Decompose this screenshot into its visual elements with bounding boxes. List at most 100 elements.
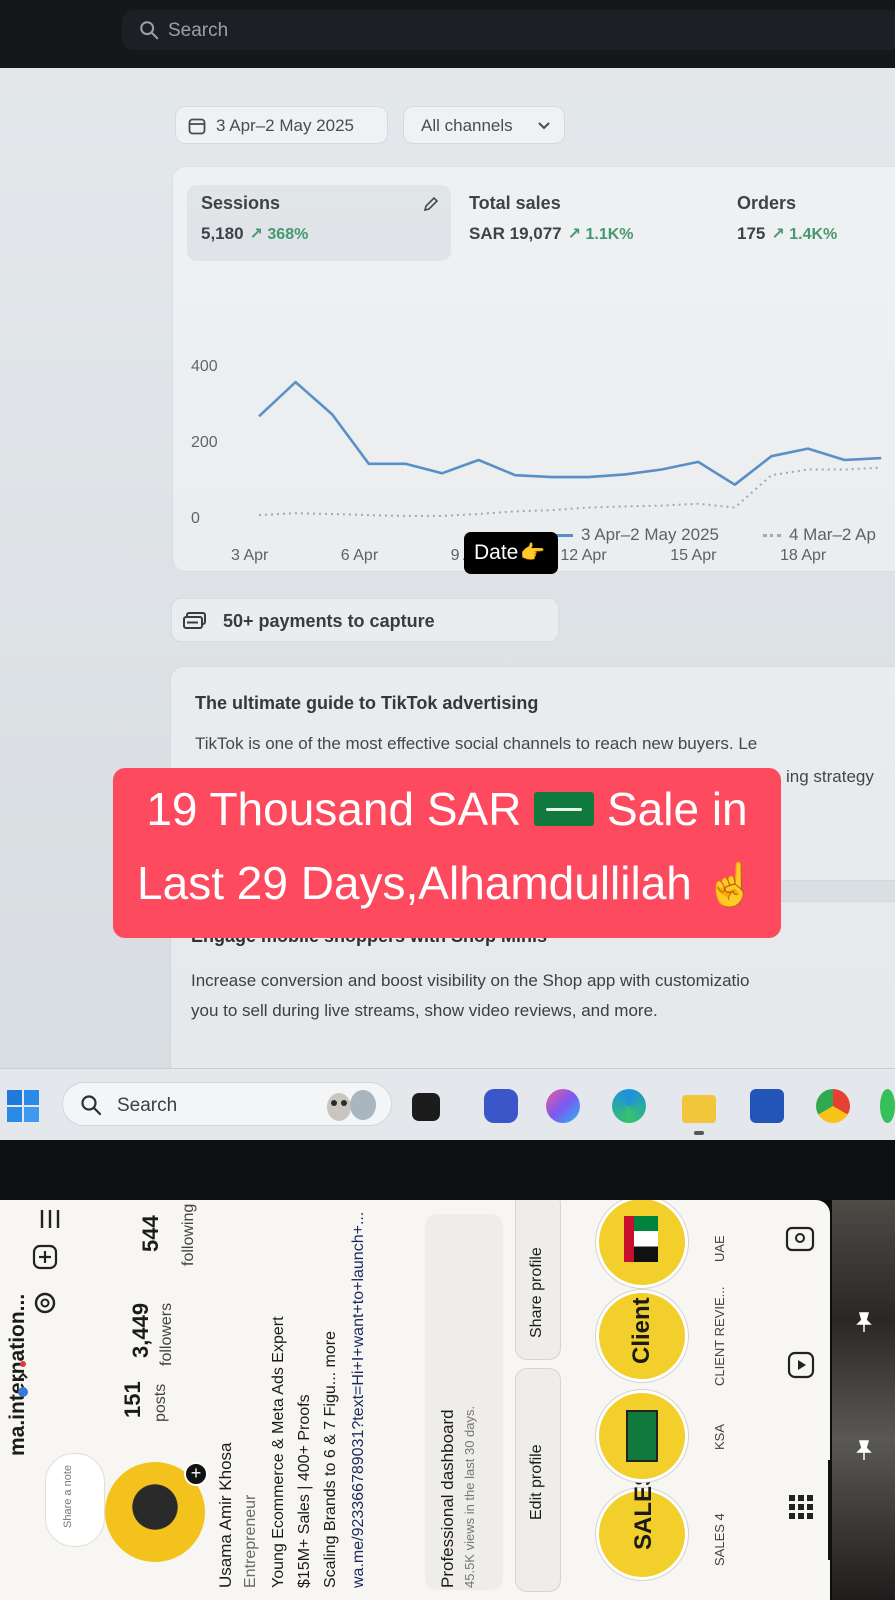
banner-line-2-text: Last 29 Days,Alhamdullilah	[137, 857, 692, 909]
profile-name: Usama Amir Khosa	[216, 1442, 235, 1589]
date-sticker-label: Date	[474, 541, 519, 564]
grid-tab-icon[interactable]	[786, 1492, 816, 1522]
windows-taskbar: Search	[0, 1068, 895, 1140]
y-tick-label: 0	[191, 510, 200, 527]
task-view-icon[interactable]	[412, 1093, 440, 1121]
cash-icon	[183, 612, 206, 629]
highlight-sales-art: SALES	[630, 1469, 657, 1550]
photo-thumbnails-strip	[832, 1200, 895, 1600]
active-tab-underline	[828, 1460, 831, 1560]
date-range-picker[interactable]: 3 Apr–2 May 2025	[175, 106, 388, 144]
taskbar-search-label: Search	[117, 1095, 178, 1116]
pin-icon	[856, 1440, 872, 1460]
bio-line: Young Ecommerce & Meta Ads Expert	[270, 1316, 287, 1588]
y-tick-label: 200	[191, 434, 218, 451]
browser-topbar: Search	[0, 0, 895, 68]
meet-icon[interactable]	[484, 1089, 518, 1123]
minis-body: Increase conversion and boost visibility…	[191, 966, 749, 1026]
verified-dot-icon	[18, 1361, 28, 1397]
highlight-label: SALES 4	[712, 1513, 727, 1566]
edit-profile-label: Edit profile	[528, 1444, 545, 1520]
series-line-current	[258, 380, 882, 487]
stat-following-label[interactable]: following	[180, 1204, 198, 1266]
guide-title: The ultimate guide to TikTok advertising	[195, 693, 539, 713]
channel-select-label: All channels	[421, 116, 513, 135]
monitor-bezel	[0, 1140, 895, 1200]
date-sticker: Date 👉	[464, 532, 558, 574]
sales-banner: 19 Thousand SAR Sale in Last 29 Days,Alh…	[113, 768, 781, 938]
calendar-icon	[188, 118, 206, 135]
x-tick-label: 3 Apr	[231, 547, 269, 564]
search-icon	[140, 21, 159, 40]
index-up-emoji: ☝️	[704, 861, 757, 908]
stat-posts-label: posts	[152, 1383, 169, 1422]
file-explorer-icon[interactable]	[682, 1095, 716, 1123]
payments-label: 50+ payments to capture	[223, 611, 435, 631]
bio-line[interactable]: Scaling Brands to 6 & 7 Figu... more	[322, 1331, 340, 1588]
chrome-icon[interactable]	[816, 1089, 850, 1123]
tagged-tab-icon[interactable]	[784, 1224, 816, 1256]
stat-following-value[interactable]: 544	[138, 1215, 164, 1252]
banner-line-1-b: Sale in	[606, 783, 748, 835]
taskbar-search[interactable]: Search	[62, 1082, 392, 1126]
minis-body-line: you to sell during live streams, show vi…	[191, 1001, 658, 1020]
legend-dotted-swatch	[763, 534, 781, 538]
profile-category: Entrepreneur	[242, 1494, 259, 1588]
highlight-label: KSA	[712, 1423, 727, 1450]
pointing-hand-emoji: 👉	[520, 542, 546, 564]
y-tick-label: 400	[191, 358, 218, 375]
banner-line-1-a: 19 Thousand SAR	[146, 783, 522, 835]
stat-followers-value[interactable]: 3,449	[128, 1303, 154, 1358]
owl-widget-icon	[327, 1090, 376, 1121]
banner-line-2: Last 29 Days,Alhamdullilah ☝️	[113, 856, 781, 910]
share-note-bubble[interactable]	[46, 1454, 104, 1546]
add-post-icon[interactable]	[32, 1244, 58, 1270]
x-tick-label: 6 Apr	[341, 547, 379, 564]
bio-line: $15M+ Sales | 400+ Proofs	[296, 1394, 313, 1588]
copilot-icon[interactable]	[546, 1089, 580, 1123]
payments-to-capture[interactable]: 50+ payments to capture	[171, 598, 559, 642]
browser-search-label: Search	[168, 20, 229, 41]
ksa-flag-art	[626, 1410, 658, 1462]
stat-followers-label[interactable]: followers	[158, 1303, 176, 1366]
stat-posts-value: 151	[120, 1381, 145, 1418]
menu-icon[interactable]	[38, 1208, 64, 1232]
bio-link[interactable]: wa.me/923366789031?text=Hi+I+want+to+lau…	[350, 1212, 368, 1588]
highlight-label: UAE	[712, 1235, 727, 1262]
minis-body-line: Increase conversion and boost visibility…	[191, 971, 750, 990]
instagram-profile-screen: ma.internation... Share a note + 151 pos…	[0, 1200, 831, 1600]
date-range-label: 3 Apr–2 May 2025	[216, 116, 354, 135]
x-tick-label: 12 Apr	[560, 547, 607, 564]
whatsapp-icon[interactable]	[880, 1089, 895, 1123]
channel-select[interactable]: All channels	[403, 106, 565, 144]
saudi-flag-icon	[534, 791, 595, 826]
legend-previous: 4 Mar–2 Ap	[763, 525, 876, 545]
store-icon[interactable]	[750, 1089, 784, 1123]
search-icon	[81, 1095, 102, 1116]
phone-instagram: ma.internation... Share a note + 151 pos…	[0, 1200, 895, 1600]
legend-previous-label: 4 Mar–2 Ap	[789, 525, 876, 544]
sessions-line-chart: 02004003 Apr6 Apr9 Apr12 Apr15 Apr18 Apr	[191, 358, 882, 564]
dashboard-subtitle: 45.5K views in the last 30 days.	[462, 1405, 477, 1588]
windows-start-icon[interactable]	[6, 1089, 40, 1123]
pin-icon	[856, 1312, 872, 1332]
share-note-label: Share a note	[62, 1465, 74, 1528]
guide-body: TikTok is one of the most effective soci…	[195, 734, 758, 753]
threads-icon[interactable]	[32, 1290, 58, 1316]
series-line-previous	[258, 466, 882, 517]
highlight-client-art: Client	[628, 1297, 655, 1364]
legend-current: 3 Apr–2 May 2025	[555, 525, 719, 545]
edge-icon[interactable]	[612, 1089, 646, 1123]
share-profile-label: Share profile	[528, 1247, 545, 1338]
add-story-icon[interactable]: +	[184, 1462, 208, 1486]
browser-search-bar[interactable]: Search	[122, 10, 895, 50]
x-tick-label: 15 Apr	[670, 547, 717, 564]
legend-current-label: 3 Apr–2 May 2025	[581, 525, 719, 544]
guide-body-tail: ing strategy	[786, 767, 874, 786]
reels-tab-icon[interactable]	[786, 1350, 816, 1380]
chevron-down-icon	[538, 122, 550, 130]
highlight-label: CLIENT REVIE...	[712, 1286, 727, 1386]
active-app-indicator	[694, 1131, 704, 1135]
banner-line-1: 19 Thousand SAR Sale in	[113, 782, 781, 836]
dashboard-title: Professional dashboard	[438, 1409, 457, 1588]
